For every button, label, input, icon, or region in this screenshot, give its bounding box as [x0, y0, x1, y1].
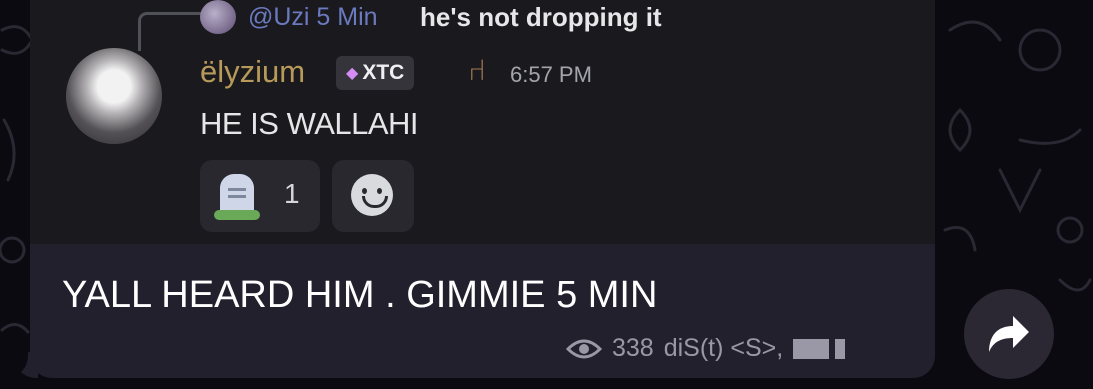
user-tag-badge: ◆ XTC	[336, 56, 415, 90]
reaction-chip: 1	[200, 160, 320, 232]
author-name: ëlyzium	[200, 54, 306, 89]
forward-button[interactable]	[964, 289, 1054, 379]
gem-icon: ◆	[346, 65, 359, 82]
redacted-block	[793, 334, 846, 363]
bubble-tail	[2, 352, 38, 378]
add-reaction-button	[332, 160, 414, 232]
discord-message-text: HE IS WALLAHI	[200, 106, 419, 141]
reply-avatar	[200, 0, 236, 34]
eye-icon	[566, 339, 602, 358]
post-caption: YALL HEARD HIM . GIMMIE 5 MIN	[62, 274, 658, 316]
reaction-count: 1	[284, 178, 300, 209]
avatar	[66, 48, 162, 144]
forward-arrow-icon	[989, 316, 1029, 352]
reply-username: @Uzi 5 Min	[248, 3, 378, 31]
author-signature: diS(t) <S>,	[663, 334, 784, 362]
message-bubble: @Uzi 5 Min he's not dropping it ëlyzium …	[30, 0, 935, 378]
chair-icon: ⑁	[468, 54, 486, 87]
view-count: 338	[612, 334, 654, 362]
smiley-icon	[351, 174, 393, 216]
tombstone-icon	[214, 174, 260, 220]
post-meta: 338 diS(t) <S>,	[566, 334, 846, 363]
reply-text: he's not dropping it	[420, 2, 662, 32]
badge-tag: XTC	[362, 61, 405, 84]
discord-screenshot: @Uzi 5 Min he's not dropping it ëlyzium …	[30, 0, 935, 244]
message-timestamp: 6:57 PM	[510, 62, 592, 87]
